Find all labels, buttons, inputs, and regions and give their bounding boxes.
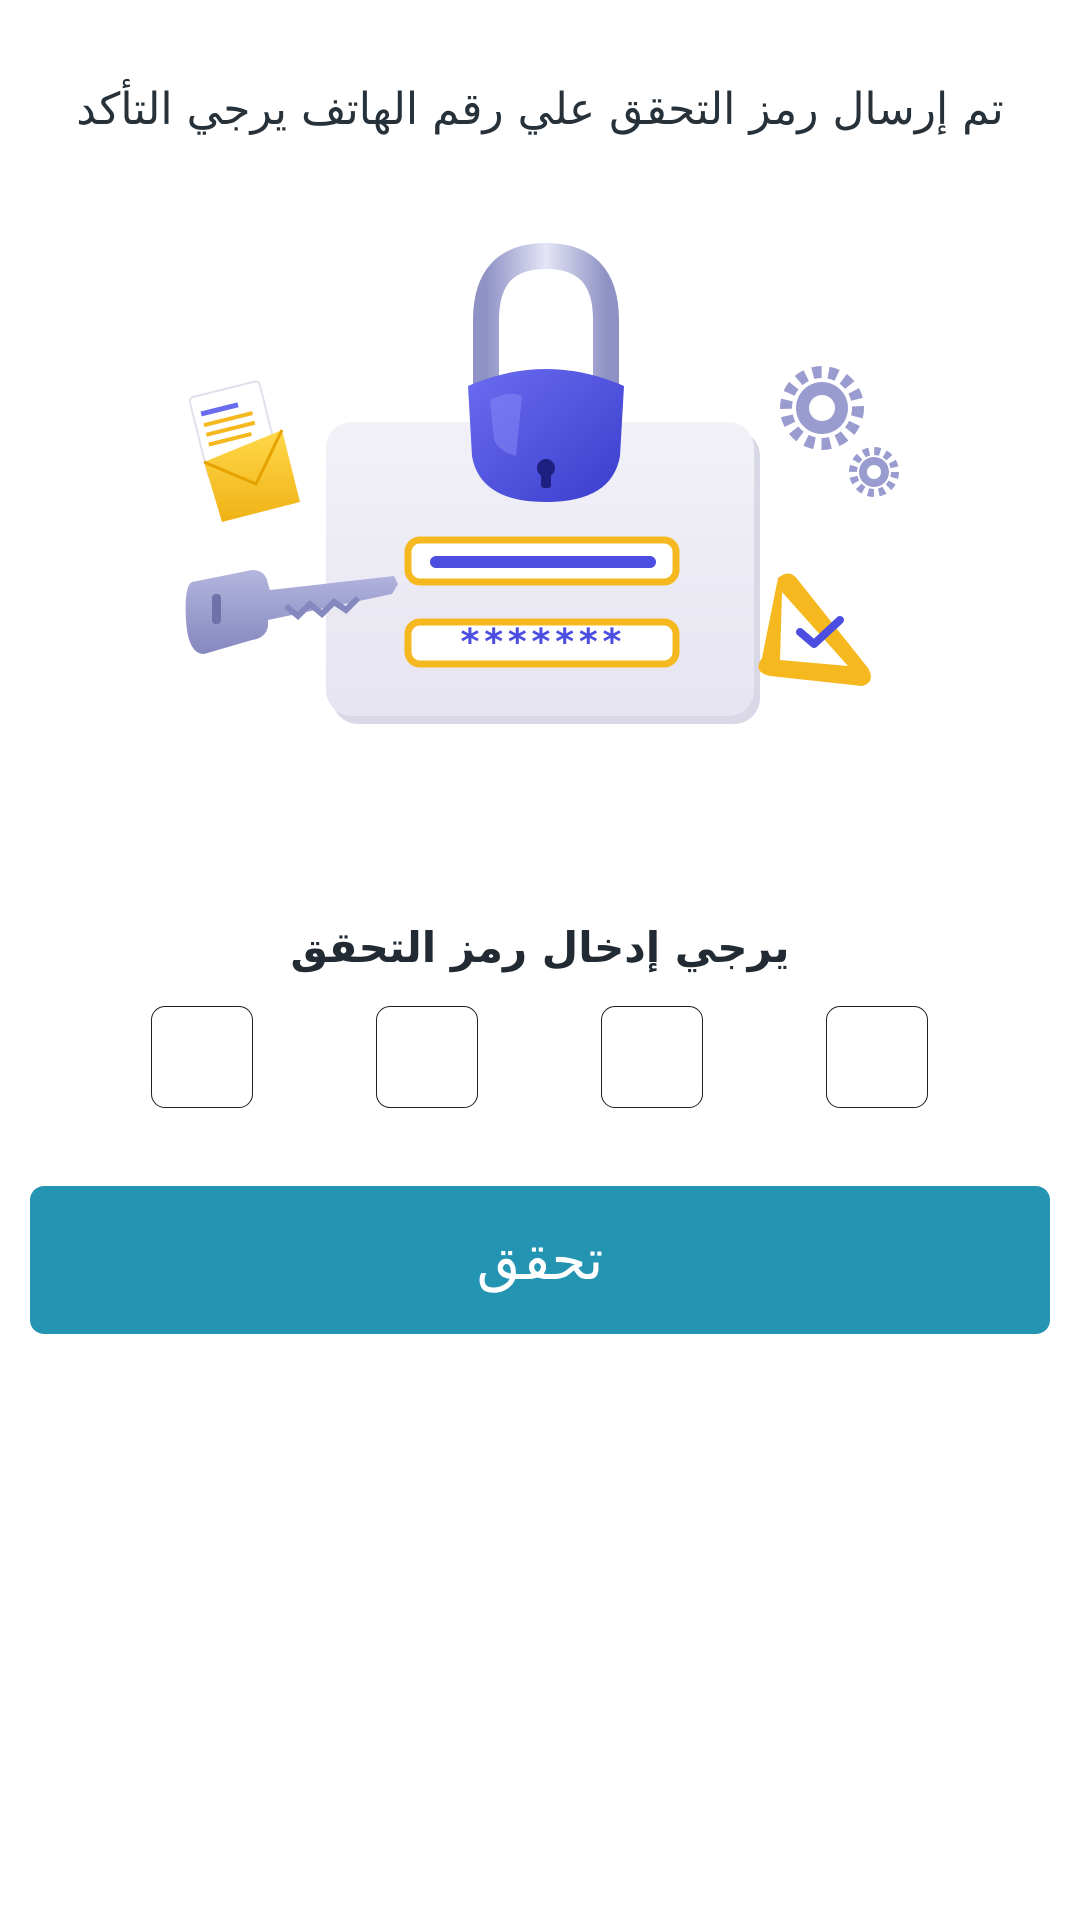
masked-password-text: ******* [459, 622, 625, 663]
enter-code-prompt: يرجي إدخال رمز التحقق [290, 923, 790, 972]
otp-digit-3[interactable] [601, 1006, 703, 1108]
verify-button[interactable]: تحقق [30, 1186, 1050, 1334]
otp-verification-screen: تم إرسال رمز التحقق علي رقم الهاتف يرجي … [0, 0, 1080, 1920]
gears-icon [780, 366, 899, 497]
sent-code-message: تم إرسال رمز التحقق علي رقم الهاتف يرجي … [76, 84, 1004, 135]
otp-digit-2[interactable] [376, 1006, 478, 1108]
otp-digit-4[interactable] [826, 1006, 928, 1108]
otp-digit-1[interactable] [151, 1006, 253, 1108]
otp-input-row [0, 1006, 1080, 1110]
padlock-icon [468, 242, 624, 502]
check-triangle-icon [758, 573, 871, 686]
security-illustration: ******* [185, 242, 899, 724]
envelope-icon [188, 380, 300, 522]
